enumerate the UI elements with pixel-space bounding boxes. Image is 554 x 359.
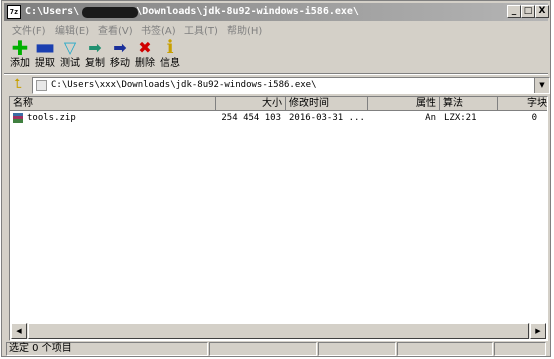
file-name: tools.zip <box>27 113 76 123</box>
minimize-button[interactable]: _ <box>507 5 521 18</box>
column-header-attributes[interactable]: 属性 <box>368 97 440 111</box>
window-title: C:\Users\ \Downloads\jdk-8u92-windows-i58… <box>25 6 359 17</box>
column-header-method[interactable]: 算法 <box>440 97 498 111</box>
info-icon: ℹ <box>166 37 174 58</box>
status-bar: 选定 0 个项目 <box>4 342 548 356</box>
file-size: 254 454 103 <box>221 113 281 123</box>
file-attributes: An <box>425 113 436 123</box>
address-row: ⮤ C:\Users\xxx\Downloads\jdk-8u92-window… <box>4 76 550 96</box>
status-pane <box>318 342 396 356</box>
folder-up-icon: ⮤ <box>14 77 22 92</box>
address-dropdown-button[interactable]: ▼ <box>534 78 549 93</box>
file-modified: 2016-03-31 ... <box>289 113 365 123</box>
title-bar[interactable]: 7z C:\Users\ \Downloads\jdk-8u92-windows-… <box>4 3 549 21</box>
arrow-right-icon: ➡ <box>113 38 127 57</box>
minus-icon: ▬ <box>34 35 56 60</box>
column-header-size[interactable]: 大小 <box>216 97 286 111</box>
address-bar[interactable]: C:\Users\xxx\Downloads\jdk-8u92-windows-… <box>32 77 550 94</box>
arrow-right-double-icon: ➡ <box>88 38 102 57</box>
menu-tools[interactable]: 工具(T) <box>184 22 218 37</box>
test-button[interactable]: ▽ 测试 <box>57 37 83 73</box>
archive-file-icon <box>12 112 26 125</box>
plus-icon: ✚ <box>11 36 29 60</box>
add-button[interactable]: ✚ 添加 <box>7 37 33 73</box>
column-header-block[interactable]: 字块 <box>498 97 547 111</box>
status-pane <box>397 342 493 356</box>
file-icon <box>36 80 47 91</box>
redaction-mark <box>82 7 138 18</box>
scroll-thumb[interactable] <box>28 323 529 339</box>
move-button[interactable]: ➡ 移动 <box>107 37 133 73</box>
file-block: 0 <box>531 113 537 123</box>
scroll-left-button[interactable]: ◀ <box>11 323 27 339</box>
app-window: 7z C:\Users\ \Downloads\jdk-8u92-windows-… <box>1 0 551 357</box>
menu-bookmarks[interactable]: 书签(A) <box>141 22 176 37</box>
maximize-button[interactable]: □ <box>521 5 535 18</box>
scroll-right-button[interactable]: ▶ <box>530 323 546 339</box>
folder-up-button[interactable]: ⮤ <box>9 77 27 93</box>
status-selected: 选定 0 个项目 <box>6 342 208 356</box>
toolbar-divider <box>4 73 548 75</box>
menu-help[interactable]: 帮助(H) <box>227 22 262 37</box>
x-icon: ✖ <box>138 38 152 57</box>
status-pane <box>494 342 546 356</box>
app-icon: 7z <box>7 5 21 19</box>
close-button[interactable]: X <box>535 5 549 18</box>
info-button[interactable]: ℹ 信息 <box>157 37 183 73</box>
toolbar: ✚ 添加 ▬ 提取 ▽ 测试 ➡ 复制 ➡ 移动 ✖ 删除 ℹ 信息 <box>4 37 548 73</box>
status-pane <box>209 342 317 356</box>
column-header-modified[interactable]: 修改时间 <box>286 97 368 111</box>
menu-edit[interactable]: 编辑(E) <box>55 22 89 37</box>
file-method: LZX:21 <box>444 113 477 123</box>
horizontal-scrollbar[interactable]: ◀ ▶ <box>11 323 546 339</box>
menu-view[interactable]: 查看(V) <box>98 22 133 37</box>
extract-button[interactable]: ▬ 提取 <box>32 37 58 73</box>
copy-button[interactable]: ➡ 复制 <box>82 37 108 73</box>
delete-button[interactable]: ✖ 删除 <box>132 37 158 73</box>
column-header-name[interactable]: 名称 <box>10 97 216 111</box>
address-path[interactable]: C:\Users\xxx\Downloads\jdk-8u92-windows-… <box>51 80 317 90</box>
menu-bar: 文件(F) 编辑(E) 查看(V) 书签(A) 工具(T) 帮助(H) <box>4 21 548 37</box>
check-icon: ▽ <box>63 38 77 57</box>
file-list: 名称 大小 修改时间 属性 算法 字块 tools.zip 254 454 10… <box>9 96 548 341</box>
